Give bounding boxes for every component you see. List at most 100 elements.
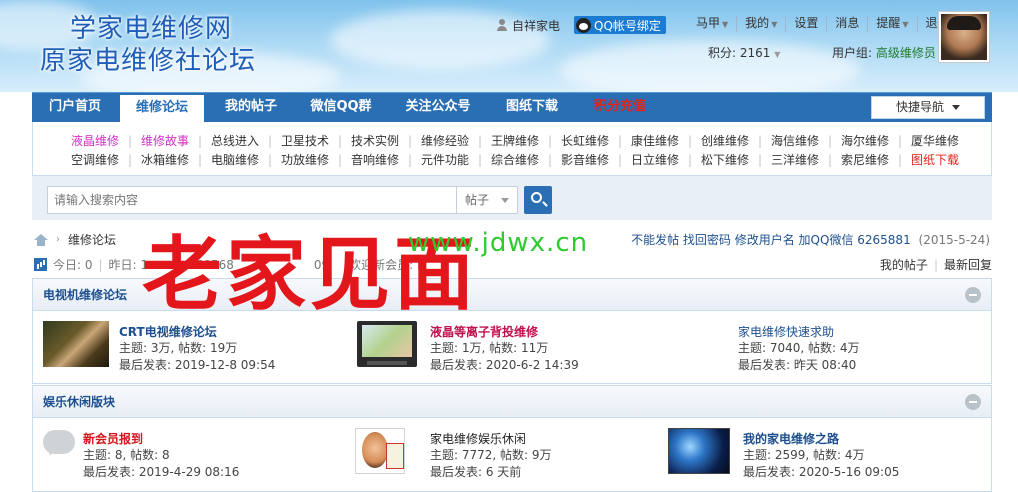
sub-nav-divider: | — [477, 153, 483, 167]
notice-date: (2015-5-24) — [918, 233, 990, 247]
sub-nav-link[interactable]: 三洋维修 — [767, 151, 823, 168]
collapse-icon[interactable] — [965, 394, 981, 410]
forum-name[interactable]: 家电维修娱乐休闲 — [430, 430, 526, 447]
sub-nav-divider: | — [757, 153, 763, 167]
my-threads-link[interactable]: 我的帖子 — [880, 258, 928, 272]
sub-nav-divider: | — [267, 134, 273, 148]
chat-bubble-icon[interactable] — [43, 430, 75, 454]
user-icon — [496, 19, 508, 31]
sub-nav-link[interactable]: 音响维修 — [347, 151, 403, 168]
sub-nav-link[interactable]: 综合维修 — [487, 151, 543, 168]
quick-nav-button[interactable]: 快捷导航 — [871, 96, 985, 119]
points-link[interactable]: 积分: 2161 — [708, 46, 770, 60]
nav-schematic-download[interactable]: 图纸下载 — [490, 93, 574, 123]
sub-nav-link[interactable]: 技术实例 — [347, 132, 403, 149]
forum-name[interactable]: 我的家电维修之路 — [743, 430, 839, 447]
search-button[interactable] — [524, 186, 552, 214]
lightning-thumbnail[interactable] — [668, 428, 730, 474]
main-nav: 门户首页 维修论坛 我的帖子 微信QQ群 关注公众号 图纸下载 积分充值 快捷导… — [32, 92, 992, 124]
sub-nav-link[interactable]: 液晶维修 — [67, 132, 123, 149]
sub-nav-link[interactable]: 海尔维修 — [837, 132, 893, 149]
nav-wechat-qq-group[interactable]: 微信QQ群 — [296, 93, 386, 123]
sub-nav-link[interactable]: 卫星技术 — [277, 132, 333, 149]
breadcrumb-current[interactable]: 维修论坛 — [68, 231, 116, 248]
cartoon-thumbnail[interactable] — [355, 428, 405, 474]
sub-nav-link[interactable]: 海信维修 — [767, 132, 823, 149]
sub-nav-divider: | — [687, 153, 693, 167]
sub-nav-link[interactable]: 日立维修 — [627, 151, 683, 168]
forum-name[interactable]: 新会员报到 — [83, 430, 143, 447]
nav-repair-forum[interactable]: 维修论坛 — [120, 93, 204, 124]
sub-nav-row-1: 液晶维修 | 维修故事 | 总线进入 | 卫星技术 | 技术实例 | 维修经验 | 王牌维修 | 长虹维修 |… — [67, 132, 963, 149]
handshake-thumbnail[interactable] — [43, 321, 109, 367]
sub-nav-link[interactable]: 影音维修 — [557, 151, 613, 168]
sub-nav-divider: | — [127, 134, 133, 148]
sub-nav-link[interactable]: 功放维修 — [277, 151, 333, 168]
sub-nav-divider: | — [757, 134, 763, 148]
sub-nav-divider: | — [547, 134, 553, 148]
sub-nav-divider: | — [897, 134, 903, 148]
sub-nav-divider: | — [267, 153, 273, 167]
group-value[interactable]: 高级维修员 — [876, 46, 936, 60]
lcd-tv-thumbnail[interactable] — [357, 321, 417, 367]
sub-nav-link[interactable]: 长虹维修 — [557, 132, 613, 149]
sub-nav-link[interactable]: 厦华维修 — [907, 132, 963, 149]
sub-nav-link[interactable]: 空调维修 — [67, 151, 123, 168]
sub-nav-row-2: 空调维修 | 冰箱维修 | 电脑维修 | 功放维修 | 音响维修 | 元件功能 | 综合维修 | 影音维修 |… — [67, 151, 963, 168]
sub-nav-divider: | — [897, 153, 903, 167]
stat-today: 今日: 0 — [53, 258, 93, 272]
site-logo-line2[interactable]: 原家电维修社论坛 — [40, 40, 256, 77]
menu-notices[interactable]: 提醒 ▼ — [868, 16, 918, 32]
user-menu: 马甲▼ 我的▼ 设置 消息 提醒▼ 退出 — [688, 16, 958, 32]
bar-chart-icon — [34, 258, 47, 271]
sub-nav-link[interactable]: 维修故事 — [137, 132, 193, 149]
help-links-text[interactable]: 不能发帖 找回密码 修改用户名 加QQ微信 6265881 — [631, 233, 911, 247]
sub-nav-link[interactable]: 王牌维修 — [487, 132, 543, 149]
menu-mine[interactable]: 我的 ▼ — [737, 16, 787, 32]
sub-nav-divider: | — [337, 134, 343, 148]
forum-item: 家电维修快速求助 主题: 7040, 帖数: 4万 最后发表: 昨天 08:40 — [738, 321, 978, 381]
sub-nav-link[interactable]: 创维维修 — [697, 132, 753, 149]
sub-nav-link[interactable]: 康佳维修 — [627, 132, 683, 149]
sub-nav-divider: | — [617, 153, 623, 167]
chevron-down-icon: ▼ — [774, 50, 781, 59]
sub-nav-divider: | — [827, 134, 833, 148]
sub-nav-link[interactable]: 冰箱维修 — [137, 151, 193, 168]
nav-follow-official-account[interactable]: 关注公众号 — [388, 93, 488, 123]
sub-nav-divider: | — [197, 153, 203, 167]
latest-replies-link[interactable]: 最新回复 — [944, 258, 992, 272]
forum-item: 我的家电维修之路 主题: 2599, 帖数: 4万 最后发表: 2020-5-1… — [668, 428, 968, 488]
nav-my-threads[interactable]: 我的帖子 — [208, 93, 294, 123]
forum-name[interactable]: 家电维修快速求助 — [738, 323, 834, 340]
sub-nav-link[interactable]: 电脑维修 — [207, 151, 263, 168]
qq-bind-button[interactable]: QQ帐号绑定 — [574, 16, 666, 34]
sub-nav-divider: | — [407, 134, 413, 148]
menu-vest[interactable]: 马甲 ▼ — [688, 16, 738, 32]
section-title: 娱乐休闲版块 — [33, 386, 991, 418]
home-icon[interactable] — [34, 233, 48, 246]
collapse-icon[interactable] — [965, 287, 981, 303]
watermark-url: www.jdwx.cn — [408, 228, 589, 258]
sub-nav-link[interactable]: 元件功能 — [417, 151, 473, 168]
sub-nav-link[interactable]: 图纸下载 — [907, 151, 963, 168]
nav-points-recharge[interactable]: 积分充值 — [576, 93, 664, 123]
quick-nav-label: 快捷导航 — [895, 100, 944, 114]
sub-nav-divider: | — [477, 134, 483, 148]
menu-settings[interactable]: 设置 — [786, 16, 828, 32]
nav-portal-home[interactable]: 门户首页 — [32, 93, 118, 123]
forum-meta: 主题: 1万, 帖数: 11万 最后发表: 2020-6-2 14:39 — [430, 341, 579, 372]
avatar[interactable] — [938, 11, 990, 63]
chevron-down-icon: ▼ — [771, 20, 778, 29]
sub-nav-divider: | — [617, 134, 623, 148]
caret-down-icon — [501, 198, 509, 203]
chevron-down-icon: ▼ — [902, 20, 909, 29]
user-name-link[interactable]: 自祥家电 — [512, 17, 560, 34]
group-label: 用户组: — [832, 46, 873, 60]
sub-nav-link[interactable]: 索尼维修 — [837, 151, 893, 168]
sub-nav-link[interactable]: 总线进入 — [207, 132, 263, 149]
menu-messages[interactable]: 消息 — [827, 16, 869, 32]
sub-nav-link[interactable]: 维修经验 — [417, 132, 473, 149]
user-info: 自祥家电 QQ帐号绑定 — [496, 16, 666, 34]
sub-nav-divider: | — [337, 153, 343, 167]
sub-nav-link[interactable]: 松下维修 — [697, 151, 753, 168]
